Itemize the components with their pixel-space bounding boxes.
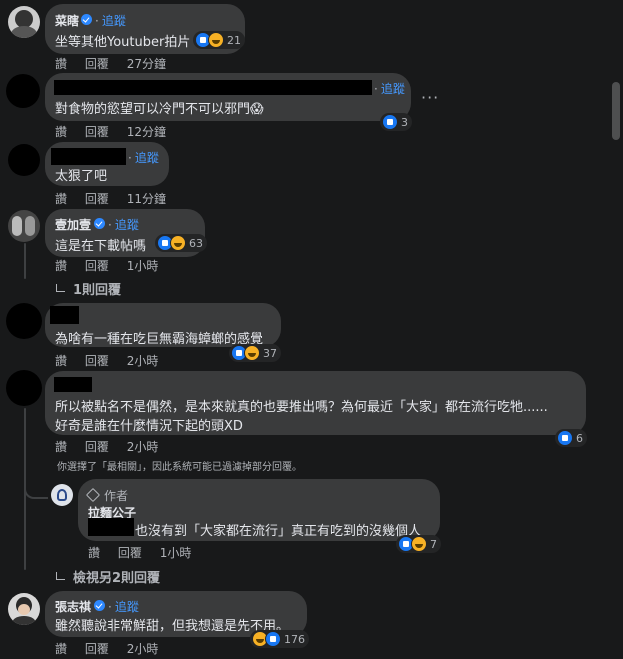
- view-more-replies-label: 檢視另2則回覆: [73, 571, 161, 586]
- view-replies-link[interactable]: 1則回覆: [56, 279, 121, 298]
- reply-arrow-icon: [56, 284, 65, 292]
- reply-button[interactable]: 回覆: [85, 642, 109, 656]
- comment-actions: 讚 回覆 2小時: [55, 352, 172, 369]
- verified-badge-icon: [81, 14, 92, 25]
- reply-button[interactable]: 回覆: [85, 354, 109, 368]
- view-replies-label: 1則回覆: [73, 283, 122, 298]
- comment-text-line1: 所以被點名不是偶然，是本來就真的也要推出嗎？為何最近「大家」都在流行吃牠....…: [55, 400, 548, 415]
- like-button[interactable]: 讚: [55, 354, 67, 368]
- avatar[interactable]: [6, 303, 42, 339]
- reaction-summary[interactable]: 6: [555, 429, 587, 447]
- reaction-count: 7: [430, 537, 437, 551]
- author-badge: 作者: [85, 487, 129, 504]
- haha-reaction-icon: [244, 345, 260, 361]
- reaction-summary[interactable]: 176: [250, 630, 309, 648]
- comment-actions: 讚 回覆 27分鐘: [55, 55, 180, 72]
- commenter-name[interactable]: 壹加壹: [55, 216, 91, 233]
- reply-button[interactable]: 回覆: [85, 440, 109, 454]
- filter-notice: 你選擇了「最相關」，因此系統可能已過濾掉部分回覆。: [57, 462, 302, 473]
- author-avatar[interactable]: [51, 484, 73, 506]
- commenter-name[interactable]: 張志祺: [55, 598, 91, 615]
- comment-text: 坐等其他Youtuber拍片: [55, 35, 191, 50]
- comment-actions: 讚 回覆 11分鐘: [55, 190, 180, 207]
- like-button[interactable]: 讚: [55, 642, 67, 656]
- reaction-count: 63: [189, 236, 203, 250]
- like-button[interactable]: 讚: [55, 57, 67, 71]
- redacted-name: [54, 80, 372, 95]
- verified-badge-icon: [94, 218, 105, 229]
- reply-button[interactable]: 回覆: [85, 259, 109, 273]
- reaction-summary[interactable]: 37: [229, 344, 281, 362]
- verified-badge-icon: [94, 600, 105, 611]
- reply-button[interactable]: 回覆: [85, 192, 109, 206]
- comment-text: 也沒有到「大家都在流行」真正有吃到的沒幾個人: [135, 524, 422, 539]
- follow-button[interactable]: 追蹤: [108, 598, 139, 615]
- reaction-summary[interactable]: 63: [155, 234, 207, 252]
- like-reaction-icon: [557, 430, 573, 446]
- comment-text: 為啥有一種在吃巨無霸海蟑螂的感覺: [55, 332, 264, 347]
- timestamp[interactable]: 2小時: [127, 354, 159, 368]
- follow-button[interactable]: 追蹤: [374, 80, 405, 97]
- reaction-summary[interactable]: 7: [396, 535, 441, 553]
- timestamp[interactable]: 2小時: [127, 440, 159, 454]
- like-button[interactable]: 讚: [55, 125, 67, 139]
- reply-button[interactable]: 回覆: [85, 57, 109, 71]
- comment-text: 太狠了吧: [55, 169, 108, 184]
- reaction-count: 37: [263, 346, 277, 360]
- avatar[interactable]: [8, 144, 40, 176]
- commenter-name[interactable]: 菜瞎: [55, 12, 79, 29]
- timestamp[interactable]: 27分鐘: [127, 57, 166, 71]
- like-reaction-icon: [382, 114, 398, 130]
- view-more-replies-link[interactable]: 檢視另2則回覆: [56, 567, 160, 586]
- timestamp[interactable]: 2小時: [127, 642, 159, 656]
- like-button[interactable]: 讚: [55, 259, 67, 273]
- comment-actions: 讚 回覆 1小時: [55, 257, 172, 274]
- timestamp[interactable]: 11分鐘: [127, 192, 166, 206]
- redacted-mention: [88, 518, 134, 536]
- reaction-summary[interactable]: 21: [193, 31, 245, 49]
- reaction-count: 3: [401, 115, 408, 129]
- reply-arrow-icon: [56, 572, 65, 580]
- scrollbar-thumb[interactable]: [612, 82, 620, 140]
- thread-line: [24, 243, 26, 279]
- reaction-count: 176: [284, 632, 305, 646]
- avatar[interactable]: [6, 74, 40, 108]
- redacted-name: [51, 148, 126, 165]
- avatar[interactable]: [6, 370, 42, 406]
- comment-text-line2: 好奇是誰在什麼情況下起的頭XD: [55, 419, 243, 434]
- avatar[interactable]: [8, 210, 40, 242]
- comment-text: 對食物的慾望可以冷門不可以邪門😱: [55, 102, 264, 117]
- comment-actions: 讚 回覆 2小時: [55, 438, 172, 455]
- redacted-name: [54, 377, 92, 392]
- comment-text: 這是在下載帖嗎: [55, 239, 147, 254]
- comment-actions: 讚 回覆 2小時: [55, 640, 172, 657]
- like-button[interactable]: 讚: [88, 546, 100, 560]
- follow-button[interactable]: 追蹤: [95, 12, 126, 29]
- avatar[interactable]: [8, 6, 40, 38]
- more-options-icon[interactable]: ···: [421, 88, 439, 107]
- follow-button[interactable]: 追蹤: [128, 149, 159, 166]
- thread-connector: [24, 487, 48, 499]
- haha-reaction-icon: [170, 235, 186, 251]
- like-button[interactable]: 讚: [55, 440, 67, 454]
- reaction-summary[interactable]: 3: [380, 113, 412, 131]
- reaction-count: 6: [576, 431, 583, 445]
- redacted-name: [50, 306, 79, 324]
- reaction-count: 21: [227, 33, 241, 47]
- follow-button[interactable]: 追蹤: [108, 216, 139, 233]
- pencil-icon: [85, 487, 101, 503]
- haha-reaction-icon: [208, 32, 224, 48]
- timestamp[interactable]: 1小時: [127, 259, 159, 273]
- like-button[interactable]: 讚: [55, 192, 67, 206]
- timestamp[interactable]: 12分鐘: [127, 125, 166, 139]
- like-reaction-icon: [265, 631, 281, 647]
- haha-reaction-icon: [411, 536, 427, 552]
- timestamp[interactable]: 1小時: [160, 546, 192, 560]
- author-label: 作者: [104, 489, 129, 503]
- reply-button[interactable]: 回覆: [118, 546, 142, 560]
- comment-actions: 讚 回覆 12分鐘: [55, 123, 180, 140]
- reply-button[interactable]: 回覆: [85, 125, 109, 139]
- comment-actions: 讚 回覆 1小時: [88, 544, 205, 561]
- avatar[interactable]: [8, 593, 40, 625]
